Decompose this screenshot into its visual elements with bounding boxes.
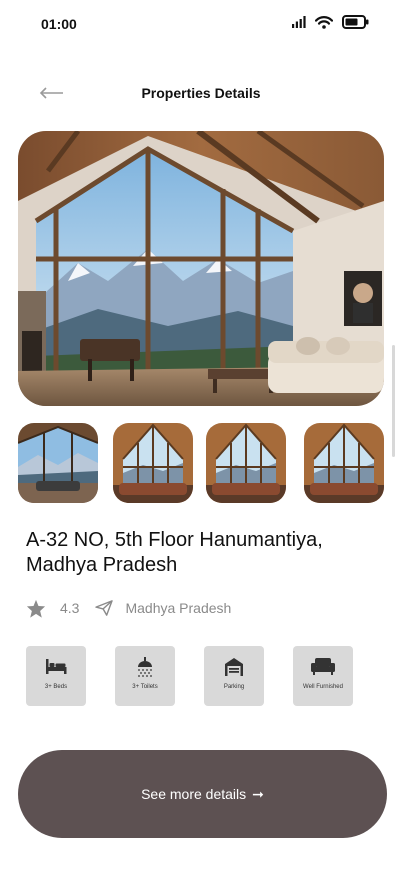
- status-bar: 01:00: [0, 0, 402, 50]
- property-title: A-32 NO, 5th Floor Hanumantiya, Madhya P…: [26, 529, 323, 576]
- amenity-label: Parking: [223, 684, 245, 690]
- bed-icon: [46, 659, 67, 674]
- sofa-icon: [311, 658, 335, 675]
- see-more-details-button[interactable]: See more details ➞: [18, 750, 387, 838]
- amenity-beds[interactable]: 3+ Beds: [26, 646, 86, 706]
- status-icons: [292, 15, 369, 29]
- location-text: Madhya Pradesh: [125, 600, 232, 616]
- garage-icon: [225, 658, 243, 676]
- amenity-label: 3+ Toilets: [132, 684, 158, 690]
- cellular-signal-icon: [292, 16, 306, 28]
- amenity-label: 3+ Beds: [44, 684, 68, 690]
- hero-image[interactable]: [18, 131, 384, 406]
- amenity-toilets[interactable]: 3+ Toilets: [115, 646, 175, 706]
- wifi-icon: [315, 15, 333, 29]
- arrow-right-icon: ➞: [252, 785, 264, 802]
- thumbnail-strip: [18, 423, 384, 503]
- status-time: 01:00: [41, 16, 77, 32]
- rating-value: 4.3: [60, 600, 80, 616]
- shower-icon: [138, 657, 152, 677]
- thumbnail-4[interactable]: [304, 423, 384, 503]
- amenity-label: Well Furnished: [303, 684, 343, 690]
- thumbnail-2[interactable]: [113, 423, 193, 503]
- amenity-furnished[interactable]: Well Furnished: [293, 646, 353, 706]
- page-title: Properties Details: [141, 85, 261, 101]
- amenity-parking[interactable]: Parking: [204, 646, 264, 706]
- thumbnail-3[interactable]: [206, 423, 286, 503]
- cta-label: See more details: [141, 786, 247, 802]
- header: Properties Details: [0, 72, 402, 114]
- star-icon: [26, 599, 46, 618]
- scroll-indicator[interactable]: [392, 345, 395, 457]
- property-meta: 4.3 Madhya Pradesh: [26, 596, 231, 620]
- thumbnail-1[interactable]: [18, 423, 98, 503]
- location-send-icon: [95, 600, 114, 616]
- battery-icon: [342, 15, 369, 29]
